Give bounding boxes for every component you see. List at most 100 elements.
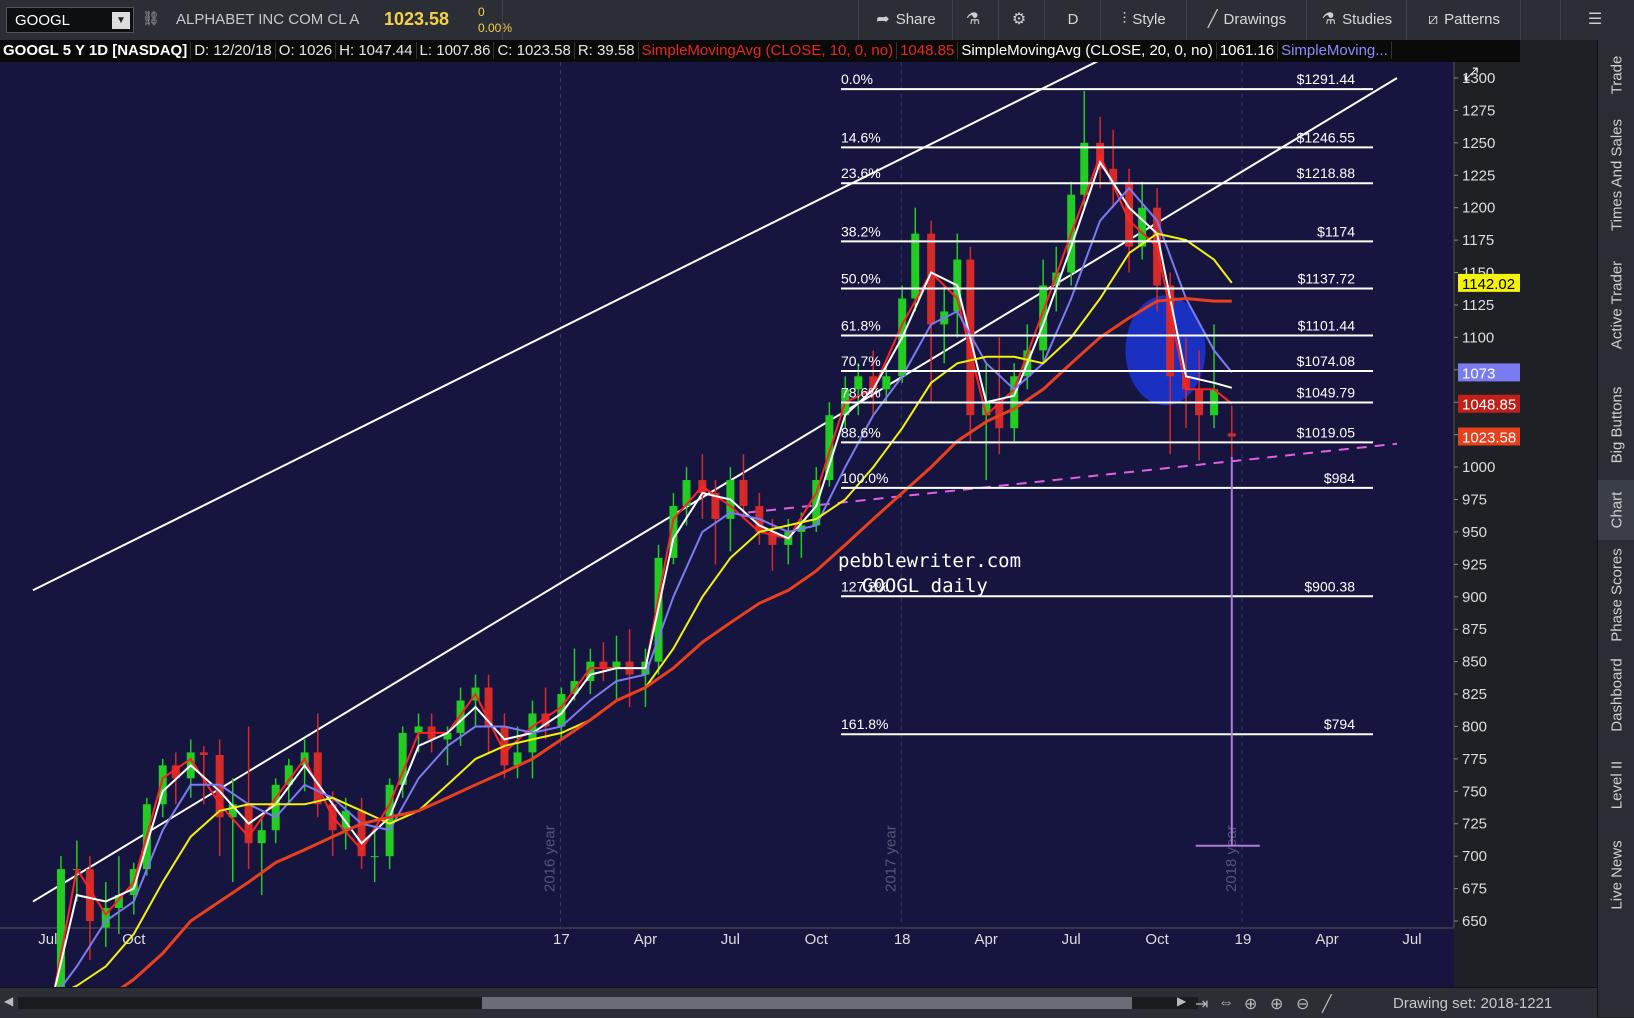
y-tick-label: 1000 xyxy=(1462,459,1495,476)
side-tab-big-buttons[interactable]: Big Buttons xyxy=(1598,370,1634,480)
side-tab-chart[interactable]: Chart xyxy=(1598,480,1634,540)
patterns-button[interactable]: ⧄ Patterns xyxy=(1406,0,1521,40)
side-tab-active-trader[interactable]: Active Trader xyxy=(1598,240,1634,370)
flask-icon: ⚗ xyxy=(965,11,981,28)
studies-button[interactable]: ⚗ Studies xyxy=(1306,0,1407,40)
scroll-right-icon[interactable]: ▶ xyxy=(1177,994,1186,1008)
pencil-icon: ╱ xyxy=(1207,11,1218,28)
price-tag-label: 1142.02 xyxy=(1462,276,1515,293)
fib-level-price: $1246.55 xyxy=(1297,129,1356,145)
drawings-button[interactable]: ╱ Drawings xyxy=(1186,0,1307,40)
candle-body xyxy=(1080,142,1089,195)
drawings-label: Drawings xyxy=(1223,11,1287,28)
y-tick-label: 875 xyxy=(1462,621,1487,638)
y-tick-label: 950 xyxy=(1462,524,1487,541)
period-button[interactable]: D xyxy=(1044,0,1101,40)
y-tick-label: 775 xyxy=(1462,751,1487,768)
info-high: H: 1047.44 xyxy=(336,42,417,59)
y-tick-label: 700 xyxy=(1462,848,1487,865)
share-button[interactable]: ➦ Share xyxy=(858,0,953,40)
fib-level-price: $1049.79 xyxy=(1297,385,1356,401)
bottom-bar: ◀ ▶ ⇥ ⇔ ⊕ ⊕ ⊖ ╱ Drawing set: 2018-1221 xyxy=(0,987,1597,1018)
side-tab-trade[interactable]: Trade xyxy=(1598,40,1634,110)
zoom-out-icon[interactable]: ⊖ xyxy=(1296,994,1309,1014)
price-chart[interactable]: 2016 year 2017 year 2018 year 650 675 700 725 7… xyxy=(0,38,1522,1018)
y-tick-label: 1225 xyxy=(1462,167,1495,184)
x-tick-label: 17 xyxy=(553,931,570,948)
sma-more-label[interactable]: SimpleMoving... xyxy=(1278,42,1392,59)
sma10-value: 1048.85 xyxy=(897,42,959,59)
info-close: C: 1023.58 xyxy=(494,42,575,59)
x-tick-label: Jul xyxy=(1062,931,1081,948)
chart-annotation: GOOGL daily xyxy=(862,575,988,597)
drawing-set-label[interactable]: Drawing set: 2018-1221 xyxy=(1393,995,1552,1012)
fib-level-price: $1019.05 xyxy=(1297,424,1356,440)
link-icon[interactable]: ⛓ xyxy=(142,10,160,27)
x-tick-label: Apr xyxy=(975,931,998,948)
company-name: ALPHABET INC COM CL A xyxy=(176,11,360,28)
fib-level-percent: 78.6% xyxy=(841,385,881,401)
y-tick-label: 1275 xyxy=(1462,102,1495,119)
fib-level-percent: 161.8% xyxy=(841,716,888,732)
chart-svg[interactable]: 2016 year 2017 year 2018 year6506757007257… xyxy=(0,38,1522,1018)
info-range: R: 39.58 xyxy=(574,42,639,59)
share-icon: ➦ xyxy=(876,11,890,28)
settings-button[interactable]: ⚙ xyxy=(998,0,1045,40)
x-tick-label: Oct xyxy=(1145,931,1169,948)
y-tick-label: 975 xyxy=(1462,492,1487,509)
y-tick-label: 750 xyxy=(1462,783,1487,800)
info-open: O: 1026 xyxy=(275,42,337,59)
sma10-label[interactable]: SimpleMovingAvg (CLOSE, 10, 0, no) xyxy=(638,42,898,59)
sma20-value: 1061.16 xyxy=(1216,42,1279,59)
y-tick-label: 825 xyxy=(1462,686,1487,703)
last-price: 1023.58 xyxy=(384,9,450,29)
side-tab-label: Live News xyxy=(1608,840,1625,910)
fib-level-percent: 14.6% xyxy=(841,129,881,145)
fib-level-price: $1101.44 xyxy=(1298,318,1356,334)
symbol-input[interactable]: GOOGL ▼ xyxy=(6,7,134,33)
style-button[interactable]: ⫶ Style xyxy=(1100,0,1187,40)
expand-icon[interactable]: ⇔ xyxy=(1218,994,1234,1012)
y-tick-label: 900 xyxy=(1462,589,1487,606)
patterns-label: Patterns xyxy=(1444,11,1501,28)
candle-body xyxy=(199,752,208,755)
side-tab-label: Level II xyxy=(1608,760,1625,810)
side-tab-phase-scores[interactable]: Phase Scores xyxy=(1598,540,1634,650)
zoom-in-icon[interactable]: ⊕ xyxy=(1270,994,1283,1014)
side-tab-level-ii[interactable]: Level II xyxy=(1598,740,1634,830)
candle-body xyxy=(739,480,748,506)
patterns-icon: ⧄ xyxy=(1427,11,1439,28)
y-tick-label: 850 xyxy=(1462,654,1487,671)
period-label: D xyxy=(1067,11,1079,28)
side-tab-dashboard[interactable]: Dashboard xyxy=(1598,650,1634,740)
scroll-thumb[interactable] xyxy=(482,997,1132,1009)
y-tick-label: 650 xyxy=(1462,913,1487,930)
price-tag-label: 1023.58 xyxy=(1462,429,1516,446)
y-tick-label: 1125 xyxy=(1462,297,1494,314)
y-tick-label: 675 xyxy=(1462,881,1487,898)
side-tab-times-and-sales[interactable]: Times And Sales xyxy=(1598,110,1634,240)
drawing-tool-icon[interactable]: ╱ xyxy=(1322,994,1332,1014)
side-tab-label: Phase Scores xyxy=(1608,548,1625,642)
fib-level-percent: 50.0% xyxy=(841,270,881,286)
crosshair-icon[interactable]: ⊕ xyxy=(1244,994,1257,1014)
scroll-left-icon[interactable]: ◀ xyxy=(4,994,13,1008)
side-tab-label: Chart xyxy=(1608,491,1625,529)
fib-level-price: $900.38 xyxy=(1304,578,1355,594)
candle-body xyxy=(882,376,891,390)
scroll-end-icon[interactable]: ⇥ xyxy=(1195,994,1208,1014)
chevron-down-icon[interactable]: ▼ xyxy=(112,12,130,29)
fib-level-percent: 70.7% xyxy=(841,353,881,369)
candle-body xyxy=(825,415,834,481)
gear-icon: ⚙ xyxy=(1011,11,1027,28)
flask-button[interactable]: ⚗ xyxy=(952,0,999,40)
x-tick-label: Oct xyxy=(805,931,829,948)
side-tab-live-news[interactable]: Live News xyxy=(1598,830,1634,920)
sma20-label[interactable]: SimpleMovingAvg (CLOSE, 20, 0, no) xyxy=(958,42,1217,59)
y-tick-label: 725 xyxy=(1462,816,1487,833)
toolbar: GOOGL ▼ ⛓ ALPHABET INC COM CL A 1023.58 … xyxy=(0,0,1634,41)
x-tick-label: 19 xyxy=(1235,931,1252,948)
fib-level-price: $1291.44 xyxy=(1297,71,1356,87)
y-tick-label: 1100 xyxy=(1462,329,1494,346)
menu-button[interactable]: ☰ xyxy=(1560,0,1634,40)
